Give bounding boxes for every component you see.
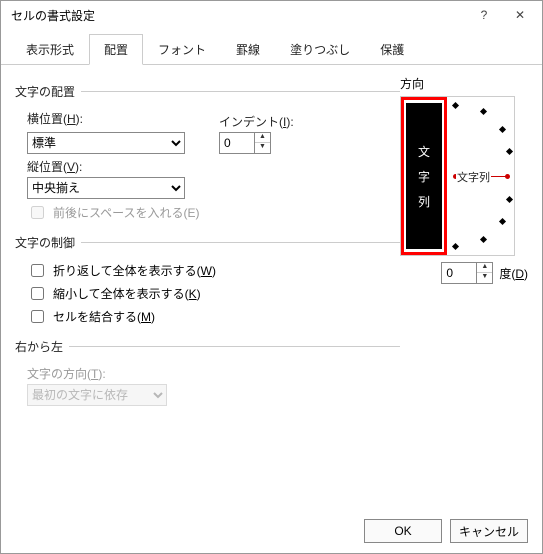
group-rtl-label: 右から左	[15, 338, 69, 355]
space-label: 前後にスペースを入れる(E)	[53, 204, 200, 221]
text-direction-label: 文字の方向(T):	[27, 365, 400, 382]
indent-label: インデント(I):	[219, 113, 294, 130]
degree-input[interactable]	[442, 264, 476, 282]
wrap-label: 折り返して全体を表示する(W)	[53, 262, 216, 279]
tab-strip: 表示形式 配置 フォント 罫線 塗りつぶし 保護	[1, 29, 542, 65]
tab-alignment[interactable]: 配置	[89, 34, 143, 65]
tab-font[interactable]: フォント	[143, 34, 221, 65]
group-rtl: 右から左 文字の方向(T): 最初の文字に依存	[15, 338, 400, 406]
group-alignment: 文字の配置 横位置(H): 標準 インデント(I):	[15, 83, 400, 226]
degree-spinner[interactable]: ▲▼	[441, 262, 493, 284]
highlight-box	[401, 97, 447, 255]
cancel-button[interactable]: キャンセル	[450, 519, 528, 543]
tab-fill[interactable]: 塗りつぶし	[275, 34, 365, 65]
indent-spinner[interactable]: ▲▼	[219, 132, 271, 154]
orientation-dial[interactable]: 文字列	[451, 97, 515, 255]
orientation-panel: 文 字 列 文字列	[400, 96, 515, 256]
help-icon[interactable]: ?	[466, 3, 502, 27]
ok-button[interactable]: OK	[364, 519, 442, 543]
horizontal-label: 横位置(H):	[27, 110, 400, 127]
vertical-combo[interactable]: 中央揃え	[27, 177, 185, 199]
merge-label: セルを結合する(M)	[53, 308, 155, 325]
merge-checkbox[interactable]	[31, 310, 44, 323]
degree-down-icon[interactable]: ▼	[477, 273, 492, 283]
indent-down-icon[interactable]: ▼	[255, 143, 270, 153]
tab-border[interactable]: 罫線	[221, 34, 275, 65]
dialog-title: セルの書式設定	[11, 7, 466, 24]
indent-input[interactable]	[220, 134, 254, 152]
horizontal-combo[interactable]: 標準	[27, 132, 185, 154]
group-text-control-label: 文字の制御	[15, 234, 81, 251]
text-direction-combo: 最初の文字に依存	[27, 384, 167, 406]
degree-up-icon[interactable]: ▲	[477, 263, 492, 273]
shrink-checkbox[interactable]	[31, 287, 44, 300]
close-icon[interactable]: ✕	[502, 3, 538, 27]
tab-protection[interactable]: 保護	[365, 34, 419, 65]
space-checkbox	[31, 206, 44, 219]
indent-up-icon[interactable]: ▲	[255, 133, 270, 143]
group-text-control: 文字の制御 折り返して全体を表示する(W) 縮小して全体を表示する(K) セルを…	[15, 234, 400, 330]
group-alignment-label: 文字の配置	[15, 83, 81, 100]
tab-number-format[interactable]: 表示形式	[11, 34, 89, 65]
orientation-label: 方向	[400, 75, 528, 92]
dial-label: 文字列	[456, 169, 491, 185]
degree-unit-label: 度(D)	[499, 265, 528, 282]
shrink-label: 縮小して全体を表示する(K)	[53, 285, 201, 302]
vertical-label: 縦位置(V):	[27, 158, 400, 175]
wrap-checkbox[interactable]	[31, 264, 44, 277]
